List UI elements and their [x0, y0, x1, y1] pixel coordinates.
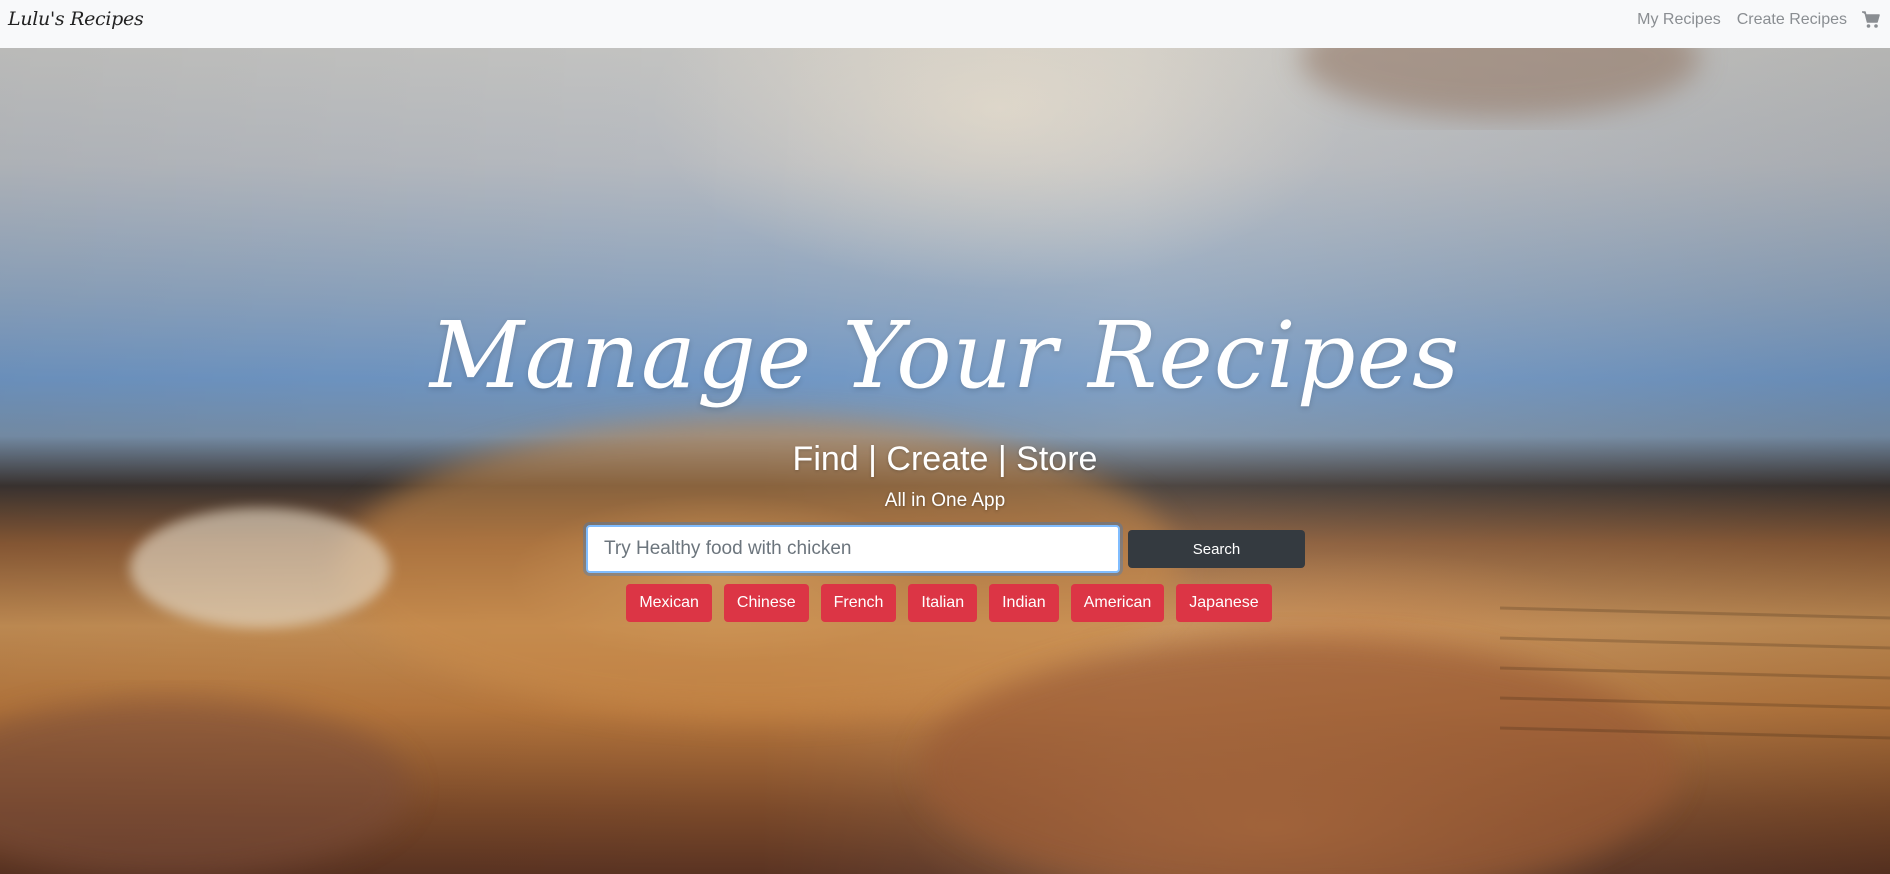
brand-logo-link[interactable]: Lulu's Recipes [8, 8, 144, 30]
nav-links: My Recipes Create Recipes [1621, 11, 1881, 29]
cuisine-button-french[interactable]: French [820, 584, 897, 622]
shopping-cart-icon[interactable] [1861, 11, 1881, 29]
nav-link-my-recipes[interactable]: My Recipes [1637, 11, 1721, 29]
cuisine-button-indian[interactable]: Indian [989, 584, 1059, 622]
search-bar: Search [586, 525, 1305, 573]
cuisine-button-mexican[interactable]: Mexican [626, 584, 712, 622]
hero-title: Manage Your Recipes [429, 302, 1461, 409]
hero-tagline: All in One App [884, 490, 1006, 511]
top-navbar: Lulu's Recipes My Recipes Create Recipes [0, 0, 1890, 48]
recipe-search-input[interactable] [586, 525, 1120, 573]
hero-banner: Manage Your Recipes Find | Create | Stor… [0, 48, 1890, 874]
cuisine-button-japanese[interactable]: Japanese [1176, 584, 1272, 622]
hero-subtitle: Find | Create | Store [792, 440, 1098, 478]
cuisine-filter-buttons: Mexican Chinese French Italian Indian Am… [0, 584, 1890, 622]
cuisine-button-italian[interactable]: Italian [908, 584, 978, 622]
hero-content: Manage Your Recipes Find | Create | Stor… [0, 48, 1890, 874]
nav-link-create-recipes[interactable]: Create Recipes [1737, 11, 1847, 29]
search-button[interactable]: Search [1128, 530, 1305, 568]
cuisine-button-american[interactable]: American [1070, 584, 1165, 622]
cuisine-button-chinese[interactable]: Chinese [723, 584, 809, 622]
